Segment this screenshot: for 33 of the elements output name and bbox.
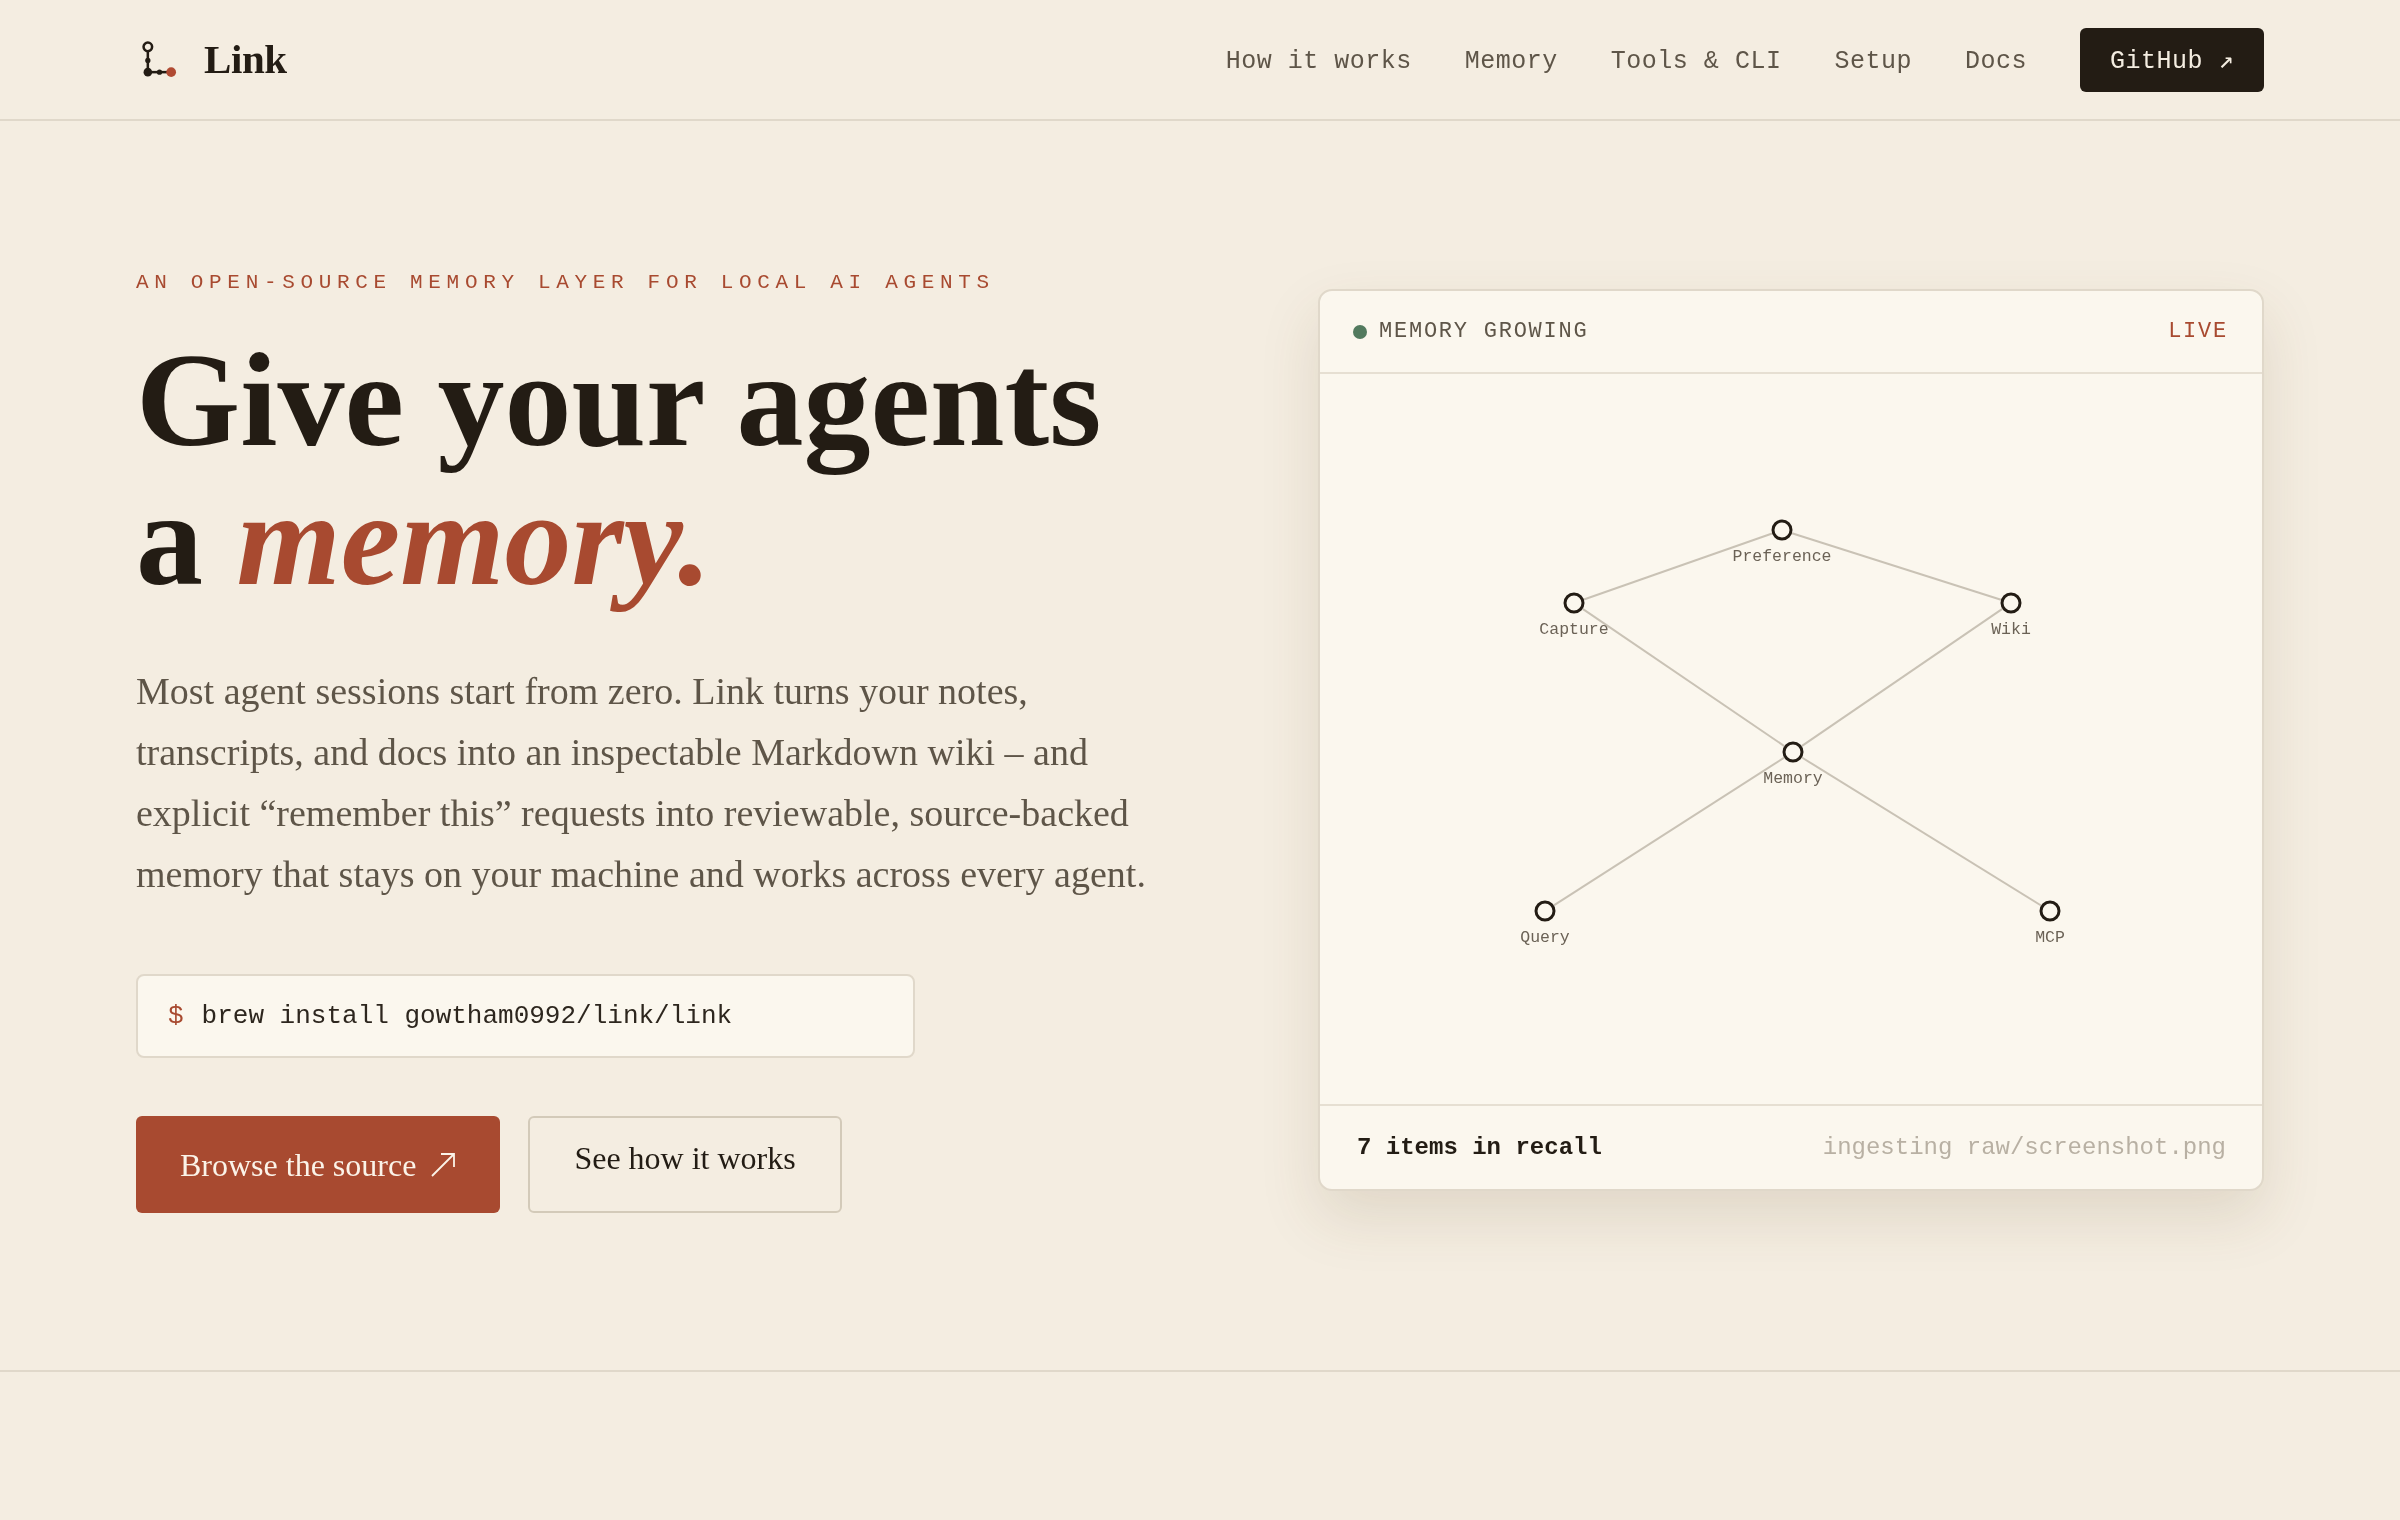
node-label: Capture xyxy=(1539,620,1609,639)
command-text: brew install gowtham0992/link/link xyxy=(201,999,733,1033)
node-icon xyxy=(1534,900,1556,922)
nav-link[interactable]: Setup xyxy=(1834,38,1912,81)
browse-source-button[interactable]: Browse the source xyxy=(136,1116,501,1213)
nav-link[interactable]: Docs xyxy=(1964,38,2027,81)
card-title: MEMORY GROWING xyxy=(1379,318,1589,346)
eyebrow-text: AN OPEN-SOURCE MEMORY LAYER FOR LOCAL AI AGENTS xyxy=(136,270,996,296)
node-label: Preference xyxy=(1732,547,1832,566)
node-icon xyxy=(2039,900,2061,922)
hero-headline: Give your agents a memory. xyxy=(136,331,1102,615)
how-it-works-button[interactable]: See how it works xyxy=(528,1116,842,1213)
arrow-icon xyxy=(430,1151,457,1178)
recall-count: 7 items in recall xyxy=(1357,1132,1602,1163)
node-icon xyxy=(2000,592,2022,614)
hero-description: Most agent sessions start from zero. Link turns your notes, transcripts, and docs into an inspectable Markdown wiki – and explicit “remember this” requests into reviewable, source-backed memory that stays on your machine and works across every agent. xyxy=(136,669,1147,897)
github-button[interactable]: GitHub ↗ xyxy=(2079,27,2264,92)
node-icon xyxy=(1782,741,1804,763)
nav-link[interactable]: Memory xyxy=(1464,38,1558,81)
prompt-symbol: $ xyxy=(168,999,184,1033)
node-label: Wiki xyxy=(1991,620,2031,639)
node-label: Memory xyxy=(1763,769,1823,788)
node-label: Query xyxy=(1520,928,1570,947)
ingest-status: ingesting raw/screenshot.png xyxy=(1822,1132,2226,1163)
nav-link[interactable]: Tools & CLI xyxy=(1610,38,1782,81)
logo-icon xyxy=(142,41,177,78)
node-icon xyxy=(1563,592,1585,614)
live-label: LIVE xyxy=(2168,318,2228,346)
logo-text[interactable]: Link xyxy=(204,39,287,80)
status-dot-icon xyxy=(1353,324,1367,339)
node-icon xyxy=(1771,519,1793,541)
nav-link[interactable]: How it works xyxy=(1225,38,1412,81)
node-label: MCP xyxy=(2035,928,2065,947)
